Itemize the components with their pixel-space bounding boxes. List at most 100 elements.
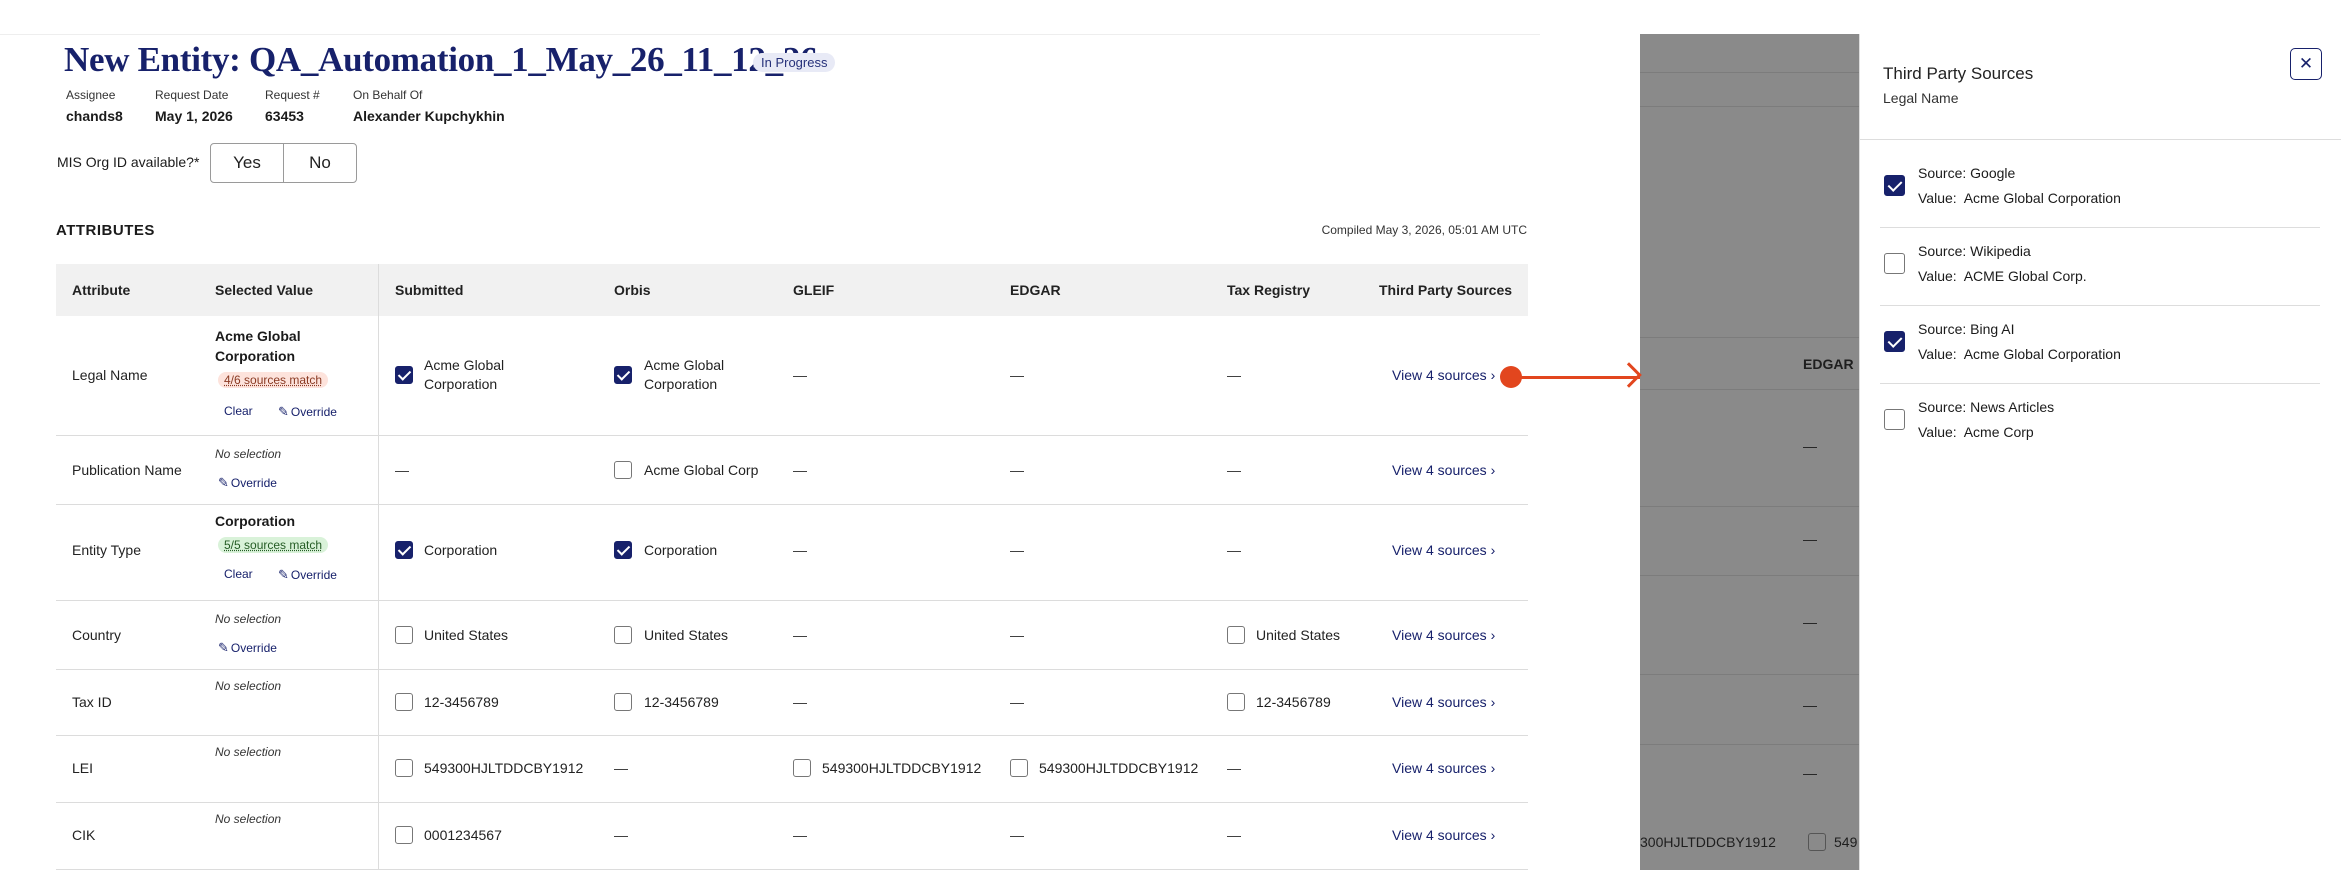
submitted-value: 0001234567	[424, 827, 502, 843]
source-item: Source: Bing AI Value: Acme Global Corpo…	[1880, 305, 2320, 384]
gleif-value: —	[793, 627, 807, 643]
orbis-checkbox[interactable]	[614, 366, 632, 384]
chevron-right-icon: ›	[1490, 827, 1496, 843]
col-attribute: Attribute	[72, 282, 131, 298]
drawer-divider	[1860, 139, 2341, 140]
backdrop-divider	[1640, 72, 1860, 73]
source-checkbox[interactable]	[1884, 331, 1905, 352]
gleif-checkbox[interactable]	[793, 759, 811, 777]
source-name: Wikipedia	[1970, 243, 2031, 259]
source-name: Google	[1970, 165, 2016, 181]
source-prefix: Source:	[1918, 243, 1967, 259]
backdrop-divider	[1640, 575, 1860, 576]
backdrop-dash: —	[1803, 531, 1817, 547]
edgar-value: —	[1010, 827, 1024, 843]
value-prefix: Value:	[1918, 190, 1957, 206]
edgar-value: —	[1010, 462, 1024, 478]
submitted-value: —	[395, 462, 409, 478]
view-sources-link[interactable]: View 4 sources ›	[1392, 827, 1495, 843]
tax-registry-checkbox[interactable]	[1227, 626, 1245, 644]
submitted-value: Corporation	[424, 542, 498, 558]
orbis-value: 12-3456789	[644, 694, 719, 710]
override-link[interactable]: ✎ Override	[278, 404, 337, 420]
backdrop-dash: —	[1803, 438, 1817, 454]
submitted-checkbox[interactable]	[395, 366, 413, 384]
submitted-checkbox[interactable]	[395, 826, 413, 844]
edgar-checkbox[interactable]	[1010, 759, 1028, 777]
gleif-value: —	[793, 367, 807, 383]
edgar-value: 549300HJLTDDCBY1912	[1039, 760, 1199, 776]
view-sources-link[interactable]: View 4 sources ›	[1392, 694, 1495, 710]
no-selection-text: No selection	[215, 745, 282, 759]
meta-on-behalf-label: On Behalf Of	[353, 88, 423, 102]
backdrop-dash: —	[1803, 614, 1817, 630]
attribute-name: Legal Name	[72, 367, 148, 383]
view-sources-link[interactable]: View 4 sources ›	[1392, 462, 1495, 478]
yes-button[interactable]: Yes	[211, 144, 284, 182]
attributes-heading: ATTRIBUTES	[56, 222, 155, 239]
submitted-checkbox[interactable]	[395, 759, 413, 777]
backdrop-lei-value: 300HJLTDDCBY1912	[1640, 834, 1776, 850]
drawer-title: Third Party Sources	[1883, 64, 2034, 83]
source-item: Source: Google Value: Acme Global Corpor…	[1880, 149, 2320, 228]
source-prefix: Source:	[1918, 165, 1967, 181]
attribute-name: Country	[72, 627, 122, 643]
override-link[interactable]: ✎ Override	[278, 567, 337, 583]
tax-registry-checkbox[interactable]	[1227, 693, 1245, 711]
match-badge: 4/6 sources match	[218, 372, 329, 388]
source-checkbox[interactable]	[1884, 409, 1905, 430]
value-prefix: Value:	[1918, 346, 1957, 362]
override-label: Override	[230, 476, 277, 490]
view-sources-link[interactable]: View 4 sources ›	[1392, 542, 1495, 558]
clear-link[interactable]: Clear	[224, 567, 253, 581]
view-sources-link[interactable]: View 4 sources ›	[1392, 760, 1495, 776]
orbis-checkbox[interactable]	[614, 626, 632, 644]
close-button[interactable]: ✕	[2290, 48, 2322, 80]
orbis-checkbox[interactable]	[614, 461, 632, 479]
selected-value: Corporation	[215, 513, 296, 529]
pencil-icon: ✎	[278, 567, 289, 582]
source-value: Acme Corp	[1963, 424, 2034, 440]
submitted-checkbox[interactable]	[395, 541, 413, 559]
view-sources-link[interactable]: View 4 sources ›	[1392, 627, 1495, 643]
orbis-checkbox[interactable]	[614, 541, 632, 559]
edgar-value: —	[1010, 367, 1024, 383]
clear-link[interactable]: Clear	[224, 404, 253, 418]
meta-request-number-label: Request #	[265, 88, 320, 102]
orbis-value: Acme Global Corporation	[644, 357, 725, 392]
table-row: Legal Name Acme Global Corporation 4/6 s…	[56, 316, 1528, 436]
gleif-value: —	[793, 827, 807, 843]
mis-org-id-toggle: Yes No	[210, 143, 357, 183]
submitted-checkbox[interactable]	[395, 693, 413, 711]
pencil-icon: ✎	[218, 640, 229, 655]
view-sources-link[interactable]: View 4 sources ›	[1392, 367, 1495, 383]
source-checkbox[interactable]	[1884, 253, 1905, 274]
compiled-timestamp: Compiled May 3, 2026, 05:01 AM UTC	[1321, 223, 1527, 237]
backdrop-lei-partial: 549	[1834, 834, 1858, 850]
close-icon: ✕	[2298, 54, 2314, 73]
gleif-value: —	[793, 462, 807, 478]
orbis-checkbox[interactable]	[614, 693, 632, 711]
submitted-checkbox[interactable]	[395, 626, 413, 644]
table-row: Country No selection ✎ Override United St…	[56, 600, 1528, 670]
override-link[interactable]: ✎ Override	[218, 640, 277, 656]
attribute-name: Publication Name	[72, 462, 182, 478]
override-link[interactable]: ✎ Override	[218, 475, 277, 491]
tax-registry-value: —	[1227, 760, 1241, 776]
col-selected-value: Selected Value	[215, 282, 314, 298]
edgar-value: —	[1010, 694, 1024, 710]
gleif-value: 549300HJLTDDCBY1912	[822, 760, 982, 776]
third-party-sources-drawer: Third Party Sources Legal Name ✕ Source:…	[1859, 34, 2341, 870]
no-selection-text: No selection	[215, 447, 282, 461]
table-row: Entity Type Corporation 5/5 sources matc…	[56, 504, 1528, 601]
source-checkbox[interactable]	[1884, 175, 1905, 196]
pencil-icon: ✎	[278, 404, 289, 419]
modal-backdrop[interactable]: EDGAR — — — — — 300HJLTDDCBY1912 549	[1640, 34, 1860, 870]
backdrop-dash: —	[1803, 697, 1817, 713]
view-sources-label: View 4 sources	[1392, 462, 1487, 478]
no-button[interactable]: No	[284, 144, 356, 182]
meta-assignee-value: chands8	[66, 108, 123, 124]
tax-registry-value: 12-3456789	[1256, 694, 1331, 710]
table-row: Publication Name No selection ✎ Override …	[56, 435, 1528, 505]
status-badge: In Progress	[753, 53, 836, 72]
